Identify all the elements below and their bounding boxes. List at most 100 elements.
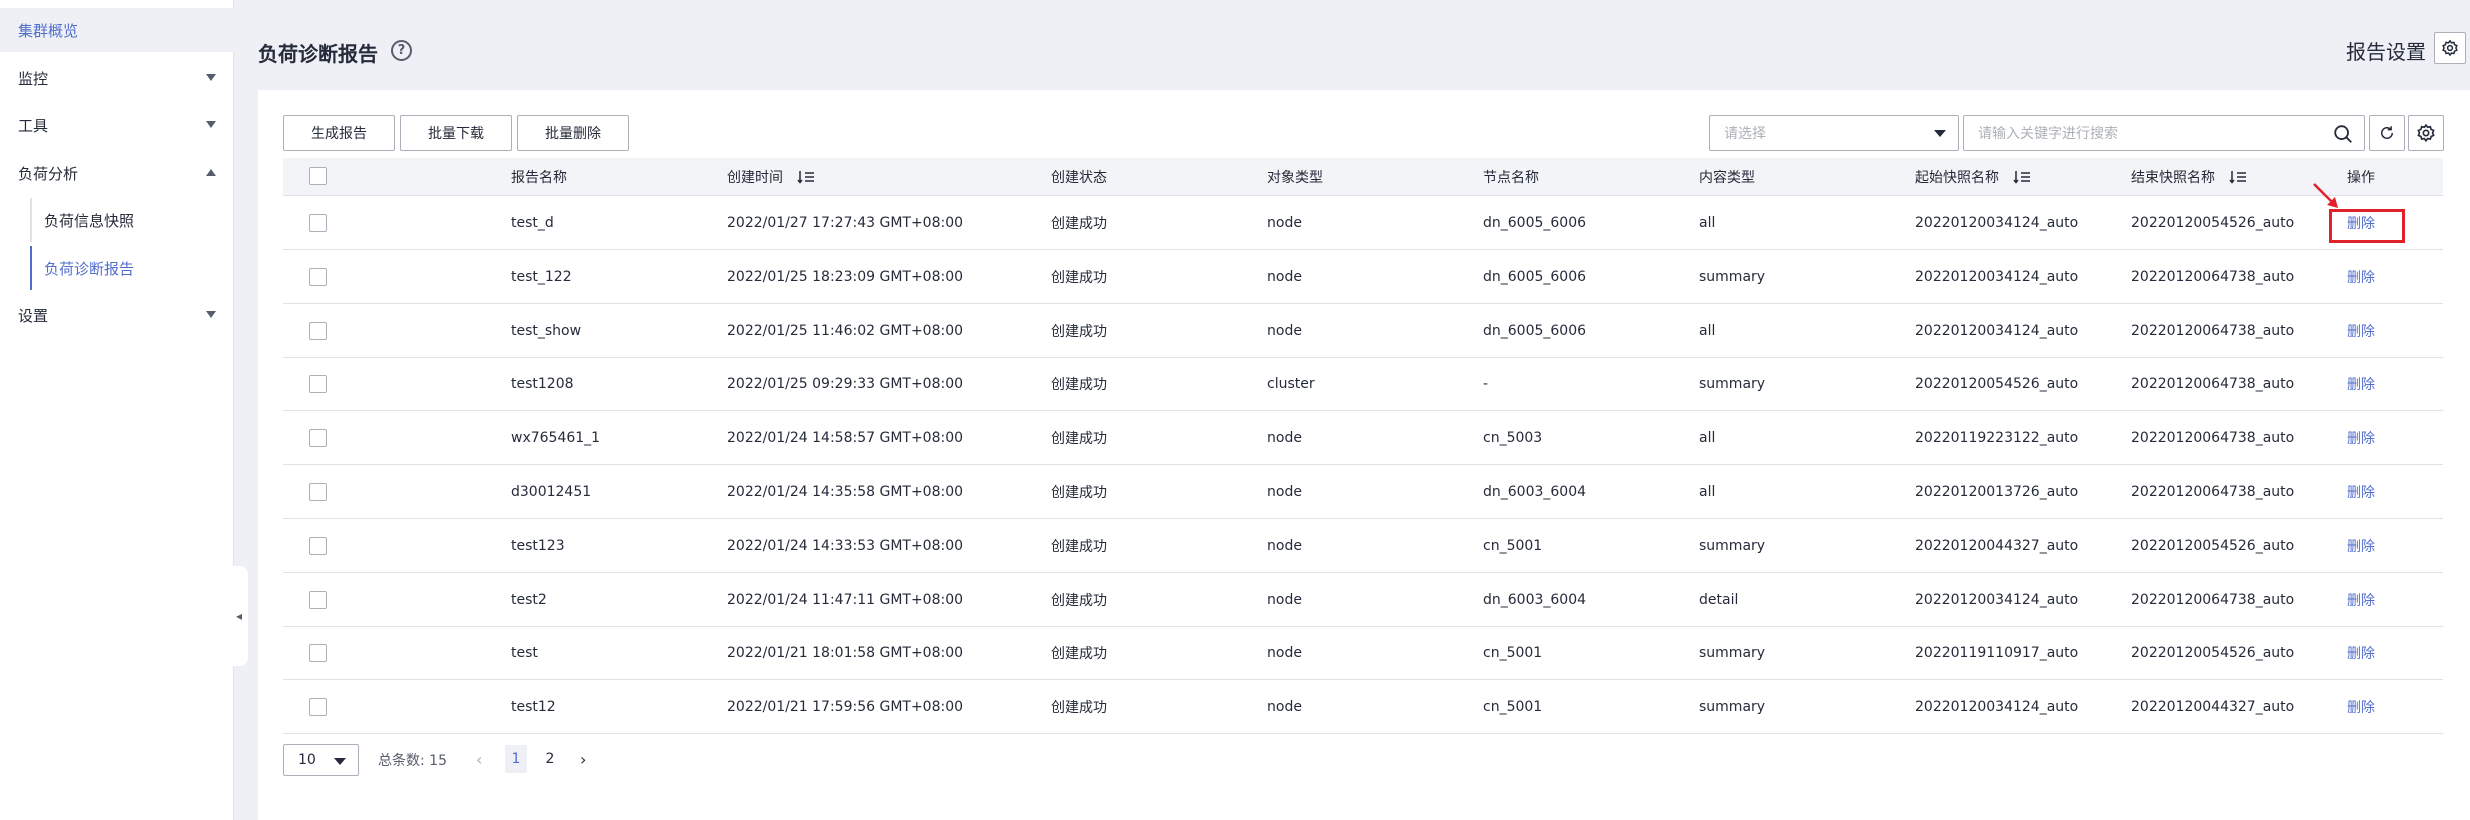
cell-end-snapshot: 20220120054526_auto [2131, 645, 2295, 662]
row-checkbox[interactable] [309, 483, 327, 501]
table-header: 报告名称 创建时间 创建状态 对象类型 节点名称 内容类型 起始快照名称 结束快… [283, 158, 2443, 196]
delete-link[interactable]: 删除 [2347, 643, 2375, 663]
cell-end-snapshot: 20220120044327_auto [2131, 699, 2295, 716]
cell-end-snapshot: 20220120054526_auto [2131, 215, 2295, 231]
cell-content-type: all [1699, 322, 1716, 339]
cell-action: 删除 [2347, 573, 2375, 627]
sort-icon[interactable] [2013, 170, 2031, 184]
cell-start-snapshot: 20220120013726_auto [1915, 484, 2079, 500]
search-icon[interactable] [2332, 123, 2354, 145]
cell-create-status: 创建成功 [1051, 269, 1107, 286]
refresh-button[interactable] [2369, 115, 2405, 151]
help-icon[interactable]: ? [391, 40, 412, 61]
cell-create-status: 创建成功 [1051, 431, 1107, 448]
page-button-1[interactable]: 1 [505, 745, 527, 773]
delete-link[interactable]: 删除 [2347, 267, 2375, 287]
cell-object-type: node [1267, 322, 1302, 339]
sort-icon[interactable] [797, 170, 815, 184]
batch-delete-button[interactable]: 批量删除 [517, 115, 629, 151]
sort-icon[interactable] [2229, 170, 2247, 184]
table-row: test1208 2022/01/25 09:29:33 GMT+08:00 创建成… [283, 357, 2443, 412]
delete-link[interactable]: 删除 [2347, 428, 2375, 448]
cell-object-type: node [1267, 430, 1302, 447]
row-checkbox[interactable] [309, 267, 327, 286]
delete-link[interactable]: 删除 [2347, 482, 2375, 502]
cell-node-name: dn_6005_6006 [1483, 322, 1587, 339]
sidebar-item-load-snapshot[interactable]: 负荷信息快照 [30, 198, 234, 242]
sidebar-item-settings[interactable]: 设置 [0, 293, 234, 337]
page-size-select[interactable]: 10 [283, 744, 359, 776]
cell-content-type: summary [1699, 699, 1766, 716]
column-header-label: 结束快照名称 [2131, 170, 2215, 186]
cell-action: 删除 [2347, 250, 2375, 304]
page-size-value: 10 [298, 752, 316, 768]
next-page-button[interactable]: › [580, 750, 586, 769]
sidebar: 集群概览 监控 工具 负荷分析 负荷信息快照 负荷诊断报告 设置 [0, 0, 234, 820]
row-checkbox[interactable] [309, 375, 327, 394]
column-header-report-name: 报告名称 [511, 170, 567, 186]
cell-content-type: all [1699, 484, 1716, 500]
delete-link[interactable]: 删除 [2347, 536, 2375, 556]
row-checkbox[interactable] [309, 644, 327, 663]
row-checkbox[interactable] [309, 698, 327, 717]
sidebar-item-load-diagnosis-report[interactable]: 负荷诊断报告 [30, 246, 234, 290]
row-checkbox[interactable] [309, 429, 327, 448]
delete-link[interactable]: 删除 [2347, 374, 2375, 394]
cell-node-name: dn_6003_6004 [1483, 484, 1587, 500]
cell-report-name: wx765461_1 [511, 430, 601, 447]
delete-link[interactable]: 删除 [2347, 321, 2375, 341]
select-all-checkbox[interactable] [309, 167, 327, 185]
cell-node-name: - [1483, 376, 1489, 393]
cell-report-name: test12 [511, 699, 556, 716]
cell-start-snapshot: 20220120034124_auto [1915, 215, 2079, 231]
cell-report-name: test_show [511, 322, 582, 339]
highlight-box [2329, 209, 2405, 243]
cell-content-type: summary [1699, 537, 1766, 554]
sidebar-item-load-analysis[interactable]: 负荷分析 [0, 151, 234, 195]
chevron-down-icon [1934, 130, 1946, 137]
generate-report-button[interactable]: 生成报告 [283, 115, 395, 151]
filter-select[interactable]: 请选择 [1709, 115, 1959, 151]
cell-create-time: 2022/01/27 17:27:43 GMT+08:00 [727, 215, 964, 231]
table-row: wx765461_1 2022/01/24 14:58:57 GMT+08:00 创… [283, 411, 2443, 466]
row-checkbox[interactable] [309, 321, 327, 340]
sidebar-item-monitor[interactable]: 监控 [0, 56, 234, 100]
row-checkbox[interactable] [309, 536, 327, 555]
batch-download-button[interactable]: 批量下载 [400, 115, 512, 151]
row-checkbox[interactable] [309, 214, 327, 232]
gear-icon [2442, 39, 2458, 57]
table-row: test 2022/01/21 18:01:58 GMT+08:00 创建成功 nod… [283, 626, 2443, 681]
report-settings-button[interactable] [2434, 32, 2466, 64]
search-input[interactable] [1978, 117, 2318, 149]
cell-create-status: 创建成功 [1051, 216, 1107, 232]
refresh-icon [2381, 126, 2393, 139]
chevron-down-icon [334, 758, 346, 765]
cell-object-type: node [1267, 645, 1302, 662]
row-checkbox[interactable] [309, 590, 327, 609]
cell-object-type: node [1267, 484, 1302, 500]
page-button-2[interactable]: 2 [539, 745, 561, 773]
sidebar-item-cluster-overview[interactable]: 集群概览 [0, 8, 234, 52]
delete-link[interactable]: 删除 [2347, 697, 2375, 717]
cell-action: 删除 [2347, 304, 2375, 358]
page-title: 负荷诊断报告 [258, 42, 378, 66]
report-settings-link[interactable]: 报告设置 [2346, 36, 2426, 65]
sidebar-collapse-handle[interactable]: ◂ [230, 566, 248, 666]
cell-create-time: 2022/01/25 18:23:09 GMT+08:00 [727, 268, 964, 285]
cell-object-type: node [1267, 215, 1302, 231]
delete-link[interactable]: 删除 [2347, 590, 2375, 610]
sidebar-item-label: 负荷诊断报告 [44, 259, 135, 278]
table-row: test2 2022/01/24 11:47:11 GMT+08:00 创建成功 no… [283, 573, 2443, 627]
prev-page-button[interactable]: ‹ [476, 750, 482, 769]
column-header-start-snapshot[interactable]: 起始快照名称 [1915, 158, 2031, 196]
column-header-node-name: 节点名称 [1483, 170, 1539, 186]
sidebar-item-tools[interactable]: 工具 [0, 103, 234, 147]
cell-end-snapshot: 20220120064738_auto [2131, 268, 2295, 285]
cell-object-type: cluster [1267, 376, 1315, 393]
column-header-end-snapshot[interactable]: 结束快照名称 [2131, 158, 2247, 196]
cell-node-name: cn_5001 [1483, 699, 1543, 716]
cell-create-time: 2022/01/24 14:35:58 GMT+08:00 [727, 484, 964, 500]
table-settings-button[interactable] [2408, 115, 2444, 151]
table-row: test_122 2022/01/25 18:23:09 GMT+08:00 创建成… [283, 250, 2443, 304]
column-header-create-time[interactable]: 创建时间 [727, 158, 815, 196]
